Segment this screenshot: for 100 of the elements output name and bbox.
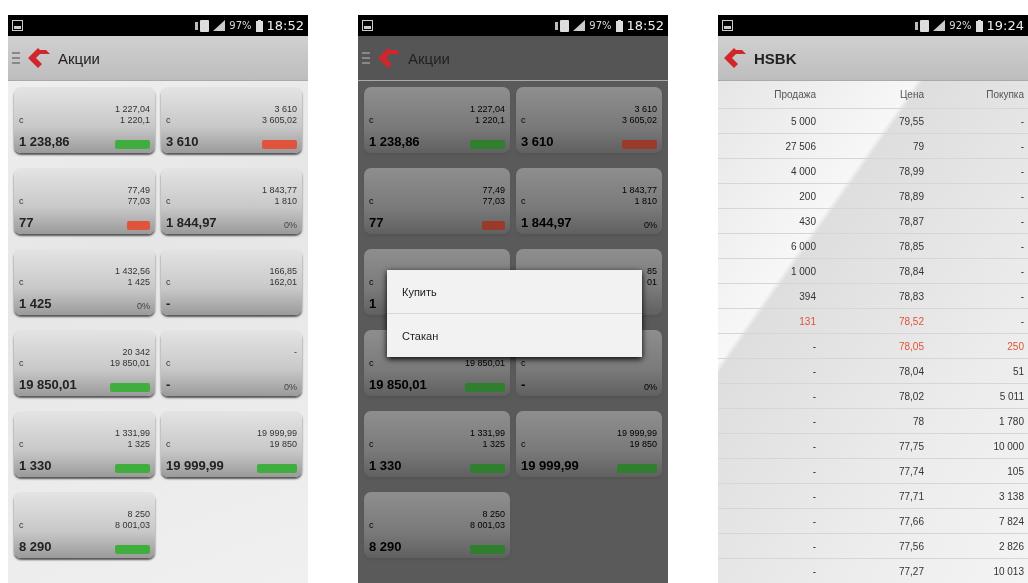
- screenshot-icon: [362, 20, 373, 31]
- sim-icon: [915, 19, 930, 32]
- last-price: 77: [369, 215, 385, 230]
- last-price: 8 290: [369, 539, 403, 554]
- table-cell-text: 131: [798, 315, 817, 327]
- high-price: 77,49: [127, 184, 150, 195]
- screenshot-icon: [12, 20, 23, 31]
- currency-label: c: [166, 115, 172, 125]
- high-price: 166,85: [269, 265, 297, 276]
- last-price: 19 999,99: [166, 458, 225, 473]
- currency-label: c: [369, 439, 375, 449]
- stock-tile[interactable]: 166,85 c 162,01 -: [161, 249, 302, 315]
- high-price: 77,49: [482, 184, 505, 195]
- stock-tile[interactable]: 19 999,99 c 19 850 19 999,99: [161, 411, 302, 477]
- table-cell-text: -: [1019, 265, 1025, 277]
- high-price: 19 999,99: [256, 427, 297, 438]
- last-price: 1 238,86: [19, 134, 71, 149]
- table-cell-text: 77,74: [897, 465, 925, 477]
- table-cell-text: 78,83: [897, 290, 925, 302]
- stock-tile[interactable]: 1 331,99 c 1 325 1 330: [14, 411, 155, 477]
- table-cell-text: 78,05: [897, 340, 925, 352]
- low-price: 77,03: [127, 196, 150, 206]
- stock-tile[interactable]: 8 250 c 8 001,03 8 290: [14, 492, 155, 558]
- last-price: 1 844,97: [166, 215, 218, 230]
- logo-icon: [26, 47, 52, 69]
- currency-label: c: [369, 520, 375, 530]
- high-price: 3 610: [633, 103, 657, 114]
- currency-label: c: [521, 439, 527, 449]
- battery-icon: [615, 19, 623, 32]
- table-cell-text: -: [1019, 315, 1025, 327]
- stock-tile[interactable]: - c - 0%: [161, 330, 302, 396]
- table-cell-text: -: [811, 565, 817, 577]
- low-price: 1 220,1: [118, 115, 150, 125]
- low-price: 1 220,1: [473, 115, 505, 125]
- table-cell-text: 1 780: [997, 415, 1025, 427]
- last-price: -: [166, 296, 172, 311]
- table-cell-text: 6 000: [789, 240, 817, 252]
- low-price: 19 850,01: [109, 358, 150, 368]
- stock-tile[interactable]: 1 331,99 c 1 325 1 330: [364, 411, 510, 477]
- high-price: 1 843,77: [261, 184, 297, 195]
- sim-icon: [555, 19, 570, 32]
- high-price: 1 331,99: [114, 427, 150, 438]
- table-cell-text: 78,87: [897, 215, 925, 227]
- stock-tile[interactable]: 1 843,77 c 1 810 1 844,97 0%: [161, 168, 302, 234]
- high-price: 1 227,04: [114, 103, 150, 114]
- stock-tile[interactable]: 3 610 c 3 605,02 3 610: [516, 87, 662, 153]
- table-cell-text: 78,04: [897, 365, 925, 377]
- sim-icon: [195, 19, 210, 32]
- low-price: 1 810: [273, 196, 297, 206]
- screen-title: HSBK: [754, 49, 797, 67]
- battery-percent: 97%: [589, 20, 612, 31]
- table-cell-text: -: [811, 365, 817, 377]
- stock-tile[interactable]: 1 432,56 c 1 425 1 425 0%: [14, 249, 155, 315]
- signal-icon: [933, 20, 946, 31]
- table-cell-text: 78,99: [897, 165, 925, 177]
- stock-tile[interactable]: 77,49 c 77,03 77: [14, 168, 155, 234]
- stock-tile[interactable]: 1 227,04 c 1 220,1 1 238,86: [364, 87, 510, 153]
- table-cell-text: -: [811, 490, 817, 502]
- high-price: -: [293, 346, 297, 357]
- stock-tile[interactable]: 77,49 c 77,03 77: [364, 168, 510, 234]
- stock-tile[interactable]: 8 250 c 8 001,03 8 290: [364, 492, 510, 558]
- change-percent: 0%: [643, 221, 657, 230]
- menu-icon[interactable]: [12, 50, 20, 66]
- table-cell-text: 5 000: [789, 115, 817, 127]
- change-percent: 0%: [283, 383, 297, 392]
- currency-label: c: [521, 115, 527, 125]
- table-cell-text: -: [811, 390, 817, 402]
- table-cell-text: 5 011: [998, 390, 1025, 402]
- last-price: 1 844,97: [521, 215, 573, 230]
- table-cell-text: -: [1019, 290, 1025, 302]
- low-price: 1 325: [126, 439, 150, 449]
- currency-label: c: [369, 196, 375, 206]
- stock-tile[interactable]: 20 342 c 19 850,01 19 850,01: [14, 330, 155, 396]
- menu-item[interactable]: Стакан: [387, 313, 642, 357]
- currency-label: c: [369, 115, 375, 125]
- stock-tile[interactable]: 3 610 c 3 605,02 3 610: [161, 87, 302, 153]
- last-price: -: [521, 377, 527, 392]
- table-cell-text: -: [811, 540, 817, 552]
- table-cell-text: 10 000: [992, 440, 1025, 452]
- menu-icon[interactable]: [362, 50, 370, 66]
- change-percent: 0%: [136, 302, 150, 311]
- signal-icon: [213, 20, 226, 31]
- currency-label: c: [521, 196, 527, 206]
- menu-item[interactable]: Купить: [387, 270, 642, 313]
- stock-tile[interactable]: 19 999,99 c 19 850 19 999,99: [516, 411, 662, 477]
- high-price: 1 227,04: [469, 103, 505, 114]
- change-percent: 0%: [283, 221, 297, 230]
- table-cell-text: 3 138: [997, 490, 1025, 502]
- currency-label: c: [521, 358, 527, 368]
- last-price: 19 850,01: [369, 377, 428, 392]
- change-percent: 0%: [643, 383, 657, 392]
- table-cell-text: -: [1019, 115, 1025, 127]
- table-cell-text: 77,66: [897, 515, 925, 527]
- stock-tile[interactable]: 1 843,77 c 1 810 1 844,97 0%: [516, 168, 662, 234]
- high-price: 1 843,77: [621, 184, 657, 195]
- currency-label: c: [19, 520, 25, 530]
- table-cell-text: 78,89: [897, 190, 925, 202]
- currency-label: c: [19, 439, 25, 449]
- clock-time: 19:24: [986, 18, 1024, 33]
- stock-tile[interactable]: 1 227,04 c 1 220,1 1 238,86: [14, 87, 155, 153]
